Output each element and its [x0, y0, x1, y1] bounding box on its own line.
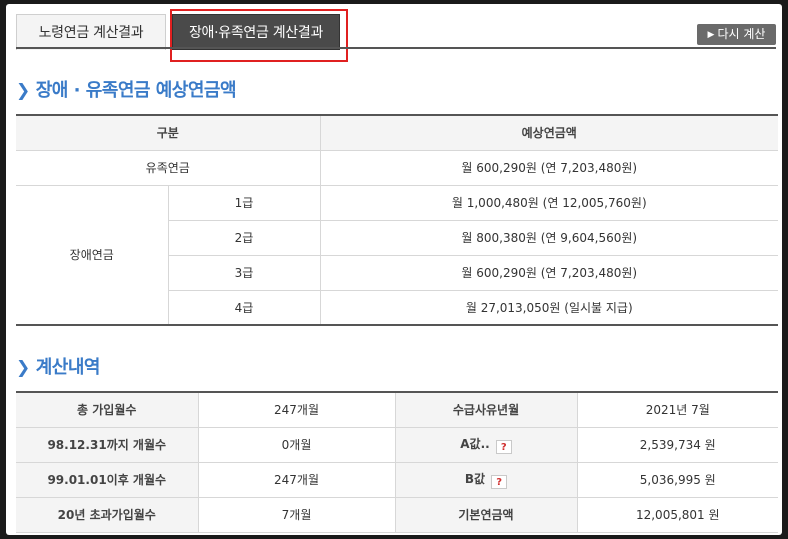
- grade-amount: 월 600,290원 (연 7,203,480원): [319, 254, 778, 291]
- grade-amount: 월 800,380원 (연 9,604,560원): [319, 219, 778, 256]
- detail-label: 20년 초과가입월수: [16, 496, 199, 533]
- detail-label: 기본연금액: [394, 496, 578, 533]
- expected-pension-table: 구분 예상연금액 유족연금 월 600,290원 (연 7,203,480원) …: [16, 114, 778, 326]
- grade-label: 3급: [168, 254, 321, 291]
- detail-value: 0개월: [197, 426, 396, 463]
- play-arrow-icon: ▶: [707, 30, 715, 40]
- detail-value: 5,036,995 원: [576, 461, 778, 498]
- recalculate-label: 다시 계산: [717, 27, 766, 41]
- grade-label: 2급: [168, 219, 321, 256]
- detail-value: 2,539,734 원: [576, 426, 778, 463]
- recalculate-button[interactable]: ▶ 다시 계산: [697, 24, 776, 45]
- window-frame: 노령연금 계산결과 장애·유족연금 계산결과 ▶ 다시 계산 ❯ 장애 · 유족연금…: [0, 0, 788, 539]
- table-row: 20년 초과가입월수 7개월 기본연금액 12,005,801 원: [16, 496, 778, 533]
- tab-divider: [16, 47, 776, 49]
- table-header-row: 구분 예상연금액: [16, 114, 778, 151]
- chevron-right-icon: ❯: [16, 358, 30, 378]
- detail-label: 수급사유년월: [394, 391, 578, 428]
- header-expected-amount: 예상연금액: [319, 114, 778, 151]
- grade-amount: 월 27,013,050원 (일시불 지급): [319, 289, 778, 326]
- detail-value: 2021년 7월: [576, 391, 778, 428]
- survivor-pension-label: 유족연금: [16, 149, 321, 186]
- table-row: 98.12.31까지 개월수 0개월 A값..? 2,539,734 원: [16, 426, 778, 463]
- table-row: 총 가입월수 247개월 수급사유년월 2021년 7월: [16, 391, 778, 428]
- tab-old-age-pension[interactable]: 노령연금 계산결과: [16, 14, 166, 50]
- detail-value: 247개월: [197, 461, 396, 498]
- grade-amount: 월 1,000,480원 (연 12,005,760원): [319, 184, 778, 221]
- detail-label: 98.12.31까지 개월수: [16, 426, 199, 463]
- section-title-calculation-details: ❯ 계산내역: [16, 357, 101, 378]
- header-category: 구분: [16, 114, 321, 151]
- detail-label-b-value: B값?: [394, 461, 578, 498]
- table-row: 유족연금 월 600,290원 (연 7,203,480원): [16, 149, 778, 186]
- page: 노령연금 계산결과 장애·유족연금 계산결과 ▶ 다시 계산 ❯ 장애 · 유족연금…: [6, 4, 782, 535]
- table-row: 99.01.01이후 개월수 247개월 B값? 5,036,995 원: [16, 461, 778, 498]
- detail-value: 247개월: [197, 391, 396, 428]
- tab-disability-survivor-pension[interactable]: 장애·유족연금 계산결과: [172, 14, 340, 50]
- chevron-right-icon: ❯: [16, 81, 30, 101]
- grade-label: 4급: [168, 289, 321, 326]
- detail-label: 99.01.01이후 개월수: [16, 461, 199, 498]
- detail-value: 12,005,801 원: [576, 496, 778, 533]
- disability-pension-label: 장애연금: [16, 184, 169, 326]
- calculation-details-table: 총 가입월수 247개월 수급사유년월 2021년 7월 98.12.31까지 …: [16, 391, 778, 533]
- detail-label: 총 가입월수: [16, 391, 199, 428]
- table-row: 장애연금 1급 월 1,000,480원 (연 12,005,760원): [16, 184, 778, 326]
- section-title-expected-amount: ❯ 장애 · 유족연금 예상연금액: [16, 80, 237, 101]
- survivor-pension-amount: 월 600,290원 (연 7,203,480원): [319, 149, 778, 186]
- help-icon[interactable]: ?: [495, 440, 512, 454]
- detail-value: 7개월: [197, 496, 396, 533]
- grade-label: 1급: [167, 184, 321, 221]
- help-icon[interactable]: ?: [491, 475, 508, 489]
- detail-label-a-value: A값..?: [394, 426, 578, 463]
